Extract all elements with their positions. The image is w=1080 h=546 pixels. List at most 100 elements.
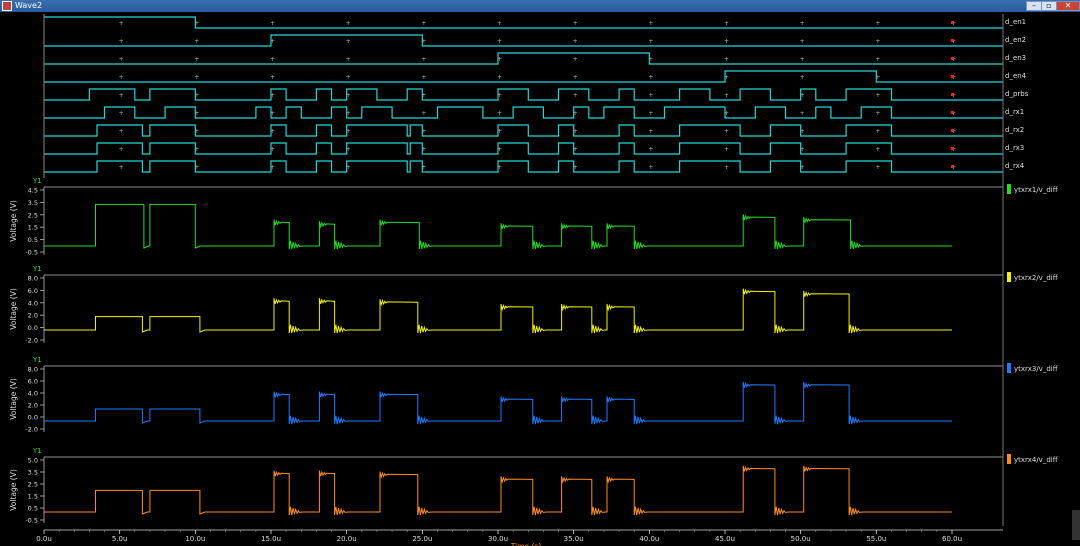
y-tick-label: 8.0	[28, 366, 38, 374]
legend-label[interactable]: ytxrx4/v_diff	[1014, 456, 1058, 464]
grid-marker: +	[194, 164, 199, 171]
grid-marker: +	[421, 20, 426, 27]
analog-panel[interactable]: Y1 4.5 3.5 2.5 1.5 0.5 -0.5 Voltage (V) ytxrx1/v…	[9, 177, 1058, 257]
signal-name-label[interactable]: d_prbs	[1005, 90, 1029, 98]
y-tick-label: 0.0	[28, 414, 38, 422]
legend-swatch	[1007, 363, 1011, 373]
grid-marker: +	[875, 146, 880, 153]
digital-trace	[44, 106, 1003, 119]
grid-marker: +	[648, 38, 653, 45]
y-tick-label: 2.5	[28, 211, 38, 219]
cursor-marker	[951, 57, 954, 60]
grid-marker: +	[800, 74, 805, 81]
close-button[interactable]: ✕	[1056, 1, 1080, 11]
grid-marker: +	[194, 38, 199, 45]
signal-name-label[interactable]: d_rx4	[1005, 162, 1025, 170]
grid-marker: +	[497, 20, 502, 27]
grid-marker: +	[497, 38, 502, 45]
x-tick-label: 5.0u	[112, 535, 128, 543]
x-tick-label: 40.0u	[639, 535, 659, 543]
minimize-button[interactable]: –	[1026, 1, 1042, 11]
grid-marker: +	[724, 128, 729, 135]
signal-name-label[interactable]: d_rx3	[1005, 144, 1024, 152]
grid-marker: +	[573, 74, 578, 81]
legend-label[interactable]: ytxrx1/v_diff	[1014, 186, 1058, 194]
grid-marker: +	[497, 146, 502, 153]
app-icon	[2, 1, 12, 11]
analog-panel[interactable]: Y1 5.0 3.5 2.5 1.5 0.5 -0.5 Voltage (V) ytxrx4/v…	[9, 447, 1058, 525]
analog-panel[interactable]: Y1 8.0 6.0 4.0 2.0 0.0 -2.0 Voltage (V) ytxrx3/v…	[9, 356, 1058, 434]
cursor-marker	[951, 111, 954, 114]
grid-marker: +	[800, 56, 805, 63]
analog-panel[interactable]: Y1 8.0 6.0 4.0 2.0 0.0 -2.0 Voltage (V) ytxrx2/v…	[9, 265, 1058, 345]
grid-marker: +	[573, 146, 578, 153]
y-tick-label: 0.0	[28, 324, 38, 332]
signal-name-label[interactable]: d_rx1	[1005, 108, 1024, 116]
y-axis-name: Y1	[32, 265, 42, 273]
y-tick-label: 2.0	[28, 312, 38, 320]
y-tick-label: -0.5	[25, 249, 38, 257]
waveform-viewer[interactable]: + + + + + + + + + + + + d_en1 + + + + + + + + + + + + d_en2 + + + + + +…	[0, 12, 1080, 546]
signal-name-label[interactable]: d_en4	[1005, 72, 1027, 80]
grid-marker: +	[573, 20, 578, 27]
grid-marker: +	[648, 74, 653, 81]
grid-marker: +	[648, 92, 653, 99]
grid-marker: +	[346, 92, 351, 99]
grid-marker: +	[119, 74, 124, 81]
cursor-marker	[951, 39, 954, 42]
y-tick-label: 3.5	[28, 199, 38, 207]
grid-marker: +	[270, 74, 275, 81]
grid-marker: +	[497, 74, 502, 81]
grid-marker: +	[724, 38, 729, 45]
window-titlebar: Wave2 – ▫ ✕	[0, 0, 1080, 12]
maximize-button[interactable]: ▫	[1041, 1, 1057, 11]
grid-marker: +	[119, 38, 124, 45]
legend-label[interactable]: ytxrx3/v_diff	[1014, 365, 1058, 373]
grid-marker: +	[194, 110, 199, 117]
grid-marker: +	[875, 38, 880, 45]
grid-marker: +	[119, 20, 124, 27]
grid-marker: +	[194, 56, 199, 63]
grid-marker: +	[875, 56, 880, 63]
x-tick-label: 55.0u	[866, 535, 886, 543]
grid-marker: +	[346, 74, 351, 81]
x-tick-label: 10.0u	[185, 535, 205, 543]
scrollbar[interactable]	[1072, 510, 1080, 540]
signal-name-label[interactable]: d_en3	[1005, 54, 1026, 62]
digital-trace	[44, 16, 1003, 29]
y-tick-label: 4.0	[28, 299, 38, 307]
y-axis-label: Voltage (V)	[9, 378, 18, 420]
signal-name-label[interactable]: d_rx2	[1005, 126, 1024, 134]
grid-marker: +	[194, 128, 199, 135]
grid-marker: +	[346, 20, 351, 27]
signal-name-label[interactable]: d_en2	[1005, 36, 1026, 44]
grid-marker: +	[270, 146, 275, 153]
grid-marker: +	[800, 20, 805, 27]
digital-trace	[44, 124, 1003, 137]
digital-trace	[44, 70, 1003, 83]
legend-label[interactable]: ytxrx2/v_diff	[1014, 274, 1058, 282]
signal-name-label[interactable]: d_en1	[1005, 18, 1026, 26]
grid-marker: +	[346, 38, 351, 45]
grid-marker: +	[573, 38, 578, 45]
y-tick-label: 3.5	[28, 469, 38, 477]
grid-marker: +	[421, 164, 426, 171]
grid-marker: +	[270, 38, 275, 45]
grid-marker: +	[648, 20, 653, 27]
cursor-marker	[951, 75, 954, 78]
grid-marker: +	[724, 164, 729, 171]
grid-marker: +	[497, 128, 502, 135]
y-axis-name: Y1	[32, 177, 42, 185]
grid-marker: +	[270, 128, 275, 135]
digital-trace	[44, 142, 1003, 155]
y-axis-name: Y1	[32, 447, 42, 455]
grid-marker: +	[800, 38, 805, 45]
grid-marker: +	[875, 92, 880, 99]
y-tick-label: 8.0	[28, 275, 38, 283]
cursor-marker	[951, 21, 954, 24]
window-title: Wave2	[15, 1, 43, 10]
y-tick-label: 0.5	[28, 505, 38, 513]
grid-marker: +	[875, 110, 880, 117]
cursor-marker	[951, 129, 954, 132]
digital-lanes: + + + + + + + + + + + + d_en1 + + + + + + + + + + + + d_en2 + + + + + +…	[43, 14, 1029, 178]
